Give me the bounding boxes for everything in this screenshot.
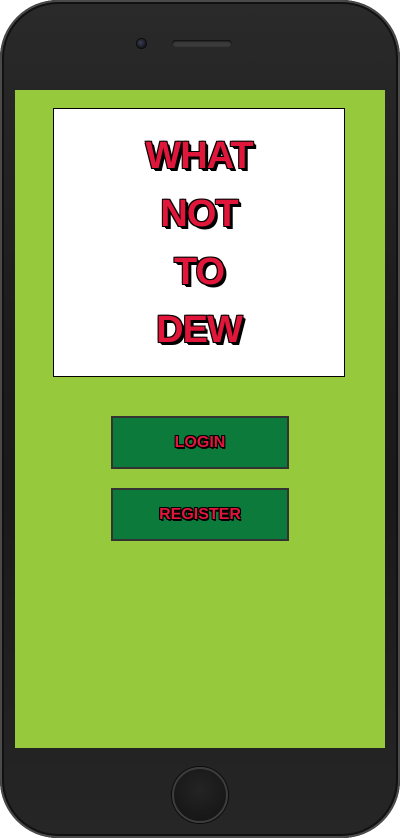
login-button[interactable]: LOGIN (111, 416, 289, 469)
home-button-icon[interactable] (172, 767, 228, 823)
register-button[interactable]: REGISTER (111, 488, 289, 541)
app-title-line: TO (173, 250, 225, 293)
front-camera-icon (137, 39, 146, 48)
app-title-line: NOT (160, 192, 238, 235)
phone-frame: WHAT NOT TO DEW LOGIN REGISTER (0, 0, 400, 838)
app-title-line: DEW (156, 308, 243, 351)
earpiece-speaker-icon (172, 40, 232, 47)
app-title-card: WHAT NOT TO DEW (53, 108, 345, 377)
app-title-line: WHAT (145, 134, 253, 177)
app-screen: WHAT NOT TO DEW LOGIN REGISTER (15, 90, 385, 748)
